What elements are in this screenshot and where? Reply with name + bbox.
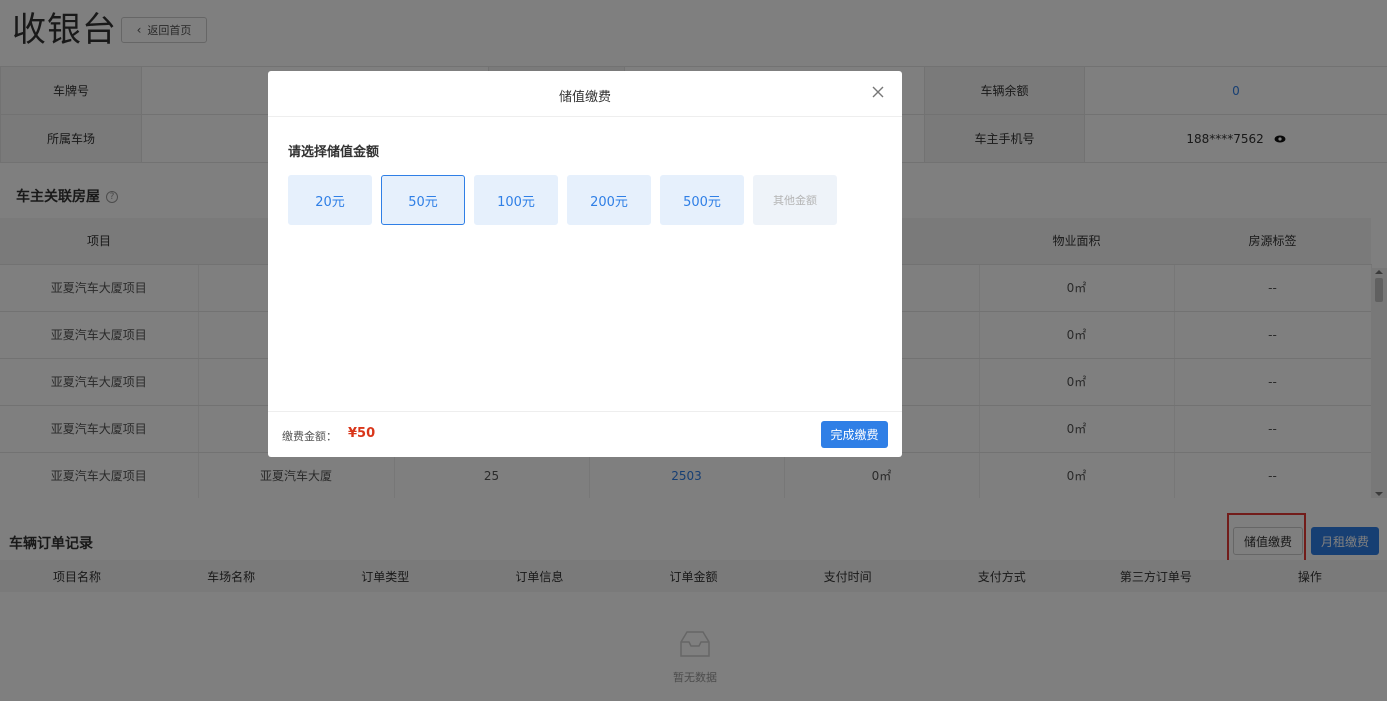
modal-body: 请选择储值金额 20元 50元 100元 200元 500元 其他金额: [288, 141, 837, 225]
amount-option-200[interactable]: 200元: [567, 175, 651, 225]
finish-payment-button[interactable]: 完成缴费: [821, 421, 888, 448]
amount-option-100[interactable]: 100元: [474, 175, 558, 225]
close-icon[interactable]: [870, 84, 886, 100]
modal-header: 储值缴费: [268, 71, 902, 117]
amount-options: 20元 50元 100元 200元 500元 其他金额: [288, 175, 837, 225]
modal-title: 储值缴费: [558, 90, 611, 105]
total-label: 缴费金额：: [282, 430, 337, 443]
stored-value-modal: 储值缴费 请选择储值金额 20元 50元 100元 200元 500元 其他金额…: [268, 71, 902, 457]
amount-option-20[interactable]: 20元: [288, 175, 372, 225]
choose-amount-label: 请选择储值金额: [288, 145, 380, 160]
amount-option-other[interactable]: 其他金额: [753, 175, 837, 225]
total-value: ¥50: [348, 426, 376, 441]
amount-option-500[interactable]: 500元: [660, 175, 744, 225]
modal-footer: 缴费金额： ¥50 完成缴费: [268, 411, 902, 457]
amount-option-50[interactable]: 50元: [381, 175, 465, 225]
